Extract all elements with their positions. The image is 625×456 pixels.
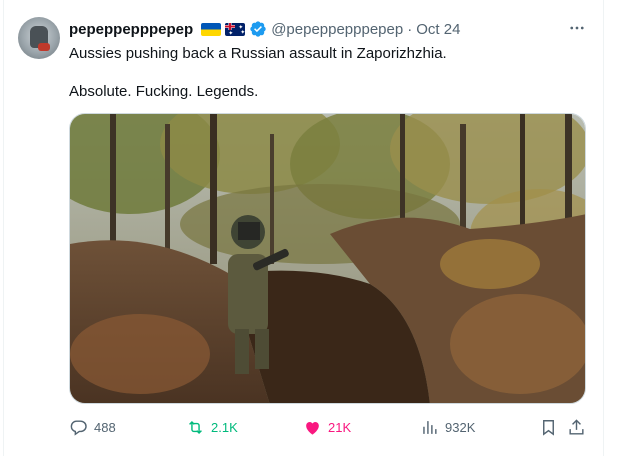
views-count: 932K <box>445 419 476 435</box>
reply-button[interactable]: 488 <box>69 416 116 438</box>
tweet-text-line-2: Absolute. Fucking. Legends. <box>69 83 259 100</box>
like-count: 21K <box>328 419 352 435</box>
share-button[interactable] <box>567 416 586 438</box>
like-button[interactable]: 21K <box>303 416 351 438</box>
bookmark-button[interactable] <box>539 416 558 438</box>
tweet-timestamp[interactable]: Oct 24 <box>416 21 460 38</box>
retweet-icon <box>189 420 202 434</box>
tweet-text: Aussies pushing back a Russian assault i… <box>69 44 589 102</box>
reply-icon <box>70 419 87 436</box>
tweet-media-video[interactable] <box>69 113 586 404</box>
bar-chart-icon <box>423 420 437 434</box>
column-border-left <box>3 0 4 456</box>
trench-forest-image <box>70 114 585 403</box>
column-border-right <box>603 0 604 456</box>
ukraine-flag-icon <box>201 22 222 36</box>
australia-flag-icon: ✦ ✦ ✦ <box>225 22 246 36</box>
reply-count: 488 <box>94 419 116 435</box>
author-name[interactable]: pepeppepppepep <box>69 21 193 38</box>
avatar-accent <box>38 43 50 51</box>
tweet-actions: 488 2.1K 21K 932K <box>69 416 589 438</box>
verified-badge-icon[interactable] <box>249 20 267 38</box>
heart-icon <box>306 421 319 435</box>
separator-dot: · <box>407 20 413 38</box>
retweet-count: 2.1K <box>211 419 238 435</box>
bookmark-icon <box>543 419 554 436</box>
views-button[interactable]: 932K <box>420 416 475 438</box>
tweet-text-line-1: Aussies pushing back a Russian assault i… <box>69 45 447 62</box>
retweet-button[interactable]: 2.1K <box>186 416 238 438</box>
avatar[interactable] <box>18 17 60 59</box>
tweet-card[interactable]: pepeppepppepep ✦ ✦ ✦ @pepeppepppepep · O… <box>0 0 625 456</box>
more-options-icon[interactable] <box>567 18 587 38</box>
tweet-header: pepeppepppepep ✦ ✦ ✦ @pepeppepppepep · O… <box>69 19 460 39</box>
author-handle[interactable]: @pepeppepppepep <box>271 21 403 38</box>
share-icon <box>569 418 584 435</box>
